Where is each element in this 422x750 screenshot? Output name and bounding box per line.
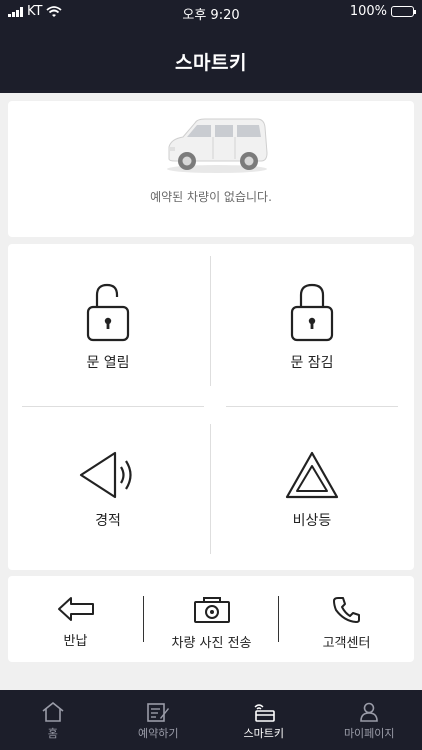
- car-icon: [167, 118, 268, 173]
- tab-smartkey[interactable]: 스마트키: [211, 690, 317, 750]
- lock-door-label: 문 잠김: [290, 355, 334, 371]
- unlock-icon: [86, 283, 130, 342]
- horn-label: 경적: [95, 513, 121, 529]
- lock-door-button[interactable]: 문 잠김: [212, 282, 412, 372]
- hazard-icon: [285, 451, 339, 499]
- home-icon: [42, 702, 64, 722]
- return-arrow-icon: [57, 597, 94, 621]
- send-car-photo-button[interactable]: 차량 사진 전송: [144, 576, 279, 662]
- reserve-icon: [147, 703, 170, 722]
- lock-icon: [290, 283, 334, 342]
- tab-mypage[interactable]: 마이페이지: [317, 690, 422, 750]
- divider-horizontal-left: [22, 406, 204, 407]
- unlock-door-label: 문 열림: [86, 355, 130, 371]
- camera-icon: [193, 597, 230, 623]
- tab-reserve[interactable]: 예약하기: [106, 690, 212, 750]
- hazard-lights-button[interactable]: 비상등: [212, 450, 412, 530]
- status-bar: KT 오후 9:20 100%: [0, 0, 422, 24]
- smartkey-controls-card: 문 열림 문 잠김 경적 비상등: [8, 244, 414, 570]
- phone-icon: [332, 597, 360, 623]
- divider-vertical-top: [210, 256, 211, 386]
- page-title: 스마트키: [175, 52, 247, 74]
- unlock-door-button[interactable]: 문 열림: [8, 282, 208, 372]
- no-reservation-message: 예약된 차량이 없습니다.: [150, 190, 272, 204]
- profile-icon: [360, 702, 379, 722]
- tab-home-label: 홈: [47, 727, 58, 740]
- battery-icon: [391, 6, 416, 17]
- horn-icon: [79, 451, 132, 499]
- tab-reserve-label: 예약하기: [138, 727, 179, 740]
- battery-percent: 100%: [349, 4, 387, 19]
- horn-button[interactable]: 경적: [8, 450, 208, 530]
- smartkey-icon: [254, 704, 275, 722]
- bottom-tab-bar: 홈 예약하기 스마트키 마이페이지: [0, 690, 422, 750]
- customer-center-button[interactable]: 고객센터: [279, 576, 414, 662]
- send-car-photo-label: 차량 사진 전송: [171, 636, 252, 651]
- return-label: 반납: [63, 634, 88, 649]
- vehicle-actions-card: 반납 차량 사진 전송 고객센터: [8, 576, 414, 662]
- divider-horizontal-right: [226, 406, 398, 407]
- return-button[interactable]: 반납: [8, 576, 143, 662]
- app-header: KT 오후 9:20 100% 스마트키: [0, 0, 422, 93]
- vehicle-card: 예약된 차량이 없습니다.: [8, 101, 414, 237]
- tab-mypage-label: 마이페이지: [343, 727, 395, 740]
- hazard-lights-label: 비상등: [292, 513, 332, 529]
- customer-center-label: 고객센터: [322, 636, 371, 651]
- tab-home[interactable]: 홈: [0, 690, 106, 750]
- tab-smartkey-label: 스마트키: [243, 727, 284, 740]
- divider-vertical-bottom: [210, 424, 211, 554]
